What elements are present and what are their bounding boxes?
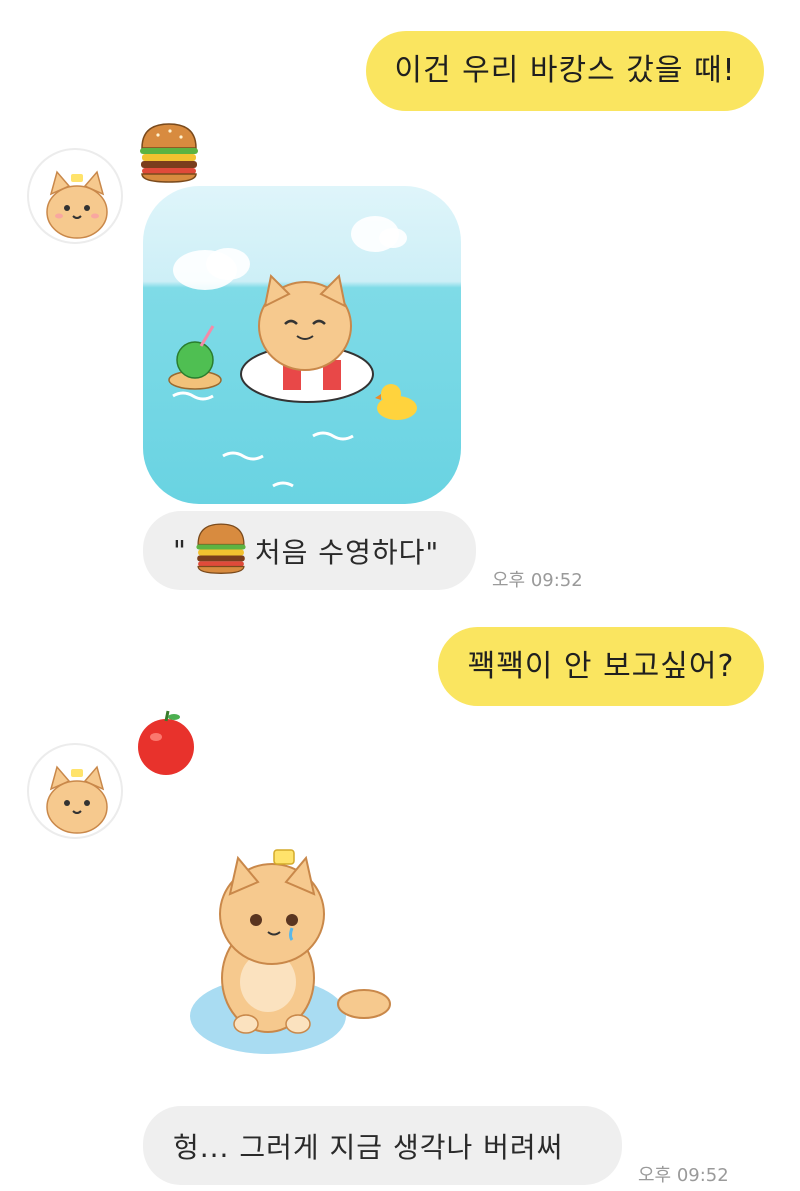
cat-avatar-icon xyxy=(46,765,108,834)
apple-icon xyxy=(138,710,194,775)
message-text: 꽥꽥이 안 보고싶어? xyxy=(467,648,735,684)
message-text: 이건 우리 바캉스 갔을 때! xyxy=(394,53,736,88)
incoming-message-bubble[interactable]: 헝... 그러게 지금 생각나 버려써 xyxy=(143,1106,622,1185)
burger-icon xyxy=(140,123,198,183)
message-timestamp: 오후 09:52 xyxy=(638,1165,729,1186)
burger-emoji-inline xyxy=(193,519,249,582)
incoming-message-bubble[interactable]: " 처음 수영하다" xyxy=(143,511,476,590)
friend-avatar[interactable] xyxy=(27,148,123,244)
apple-emoji[interactable] xyxy=(134,709,198,781)
cat-avatar-icon xyxy=(46,170,108,239)
quote-mark: " xyxy=(173,534,187,567)
burger-emoji[interactable] xyxy=(136,118,202,188)
burger-icon xyxy=(196,523,246,574)
crying-cat-illustration xyxy=(190,849,391,1054)
outgoing-message-bubble[interactable]: 이건 우리 바캉스 갔을 때! xyxy=(366,31,764,111)
cat-swimming-photo[interactable] xyxy=(143,186,461,504)
crying-cat-sticker[interactable] xyxy=(186,842,396,1062)
message-text: 처음 수영하다" xyxy=(254,535,440,569)
cat-swimming-illustration xyxy=(168,216,417,488)
message-timestamp: 오후 09:52 xyxy=(492,570,583,591)
outgoing-message-bubble[interactable]: 꽥꽥이 안 보고싶어? xyxy=(438,627,764,706)
friend-avatar[interactable] xyxy=(27,743,123,839)
message-text: 헝... 그러게 지금 생각나 버려써 xyxy=(173,1130,564,1164)
